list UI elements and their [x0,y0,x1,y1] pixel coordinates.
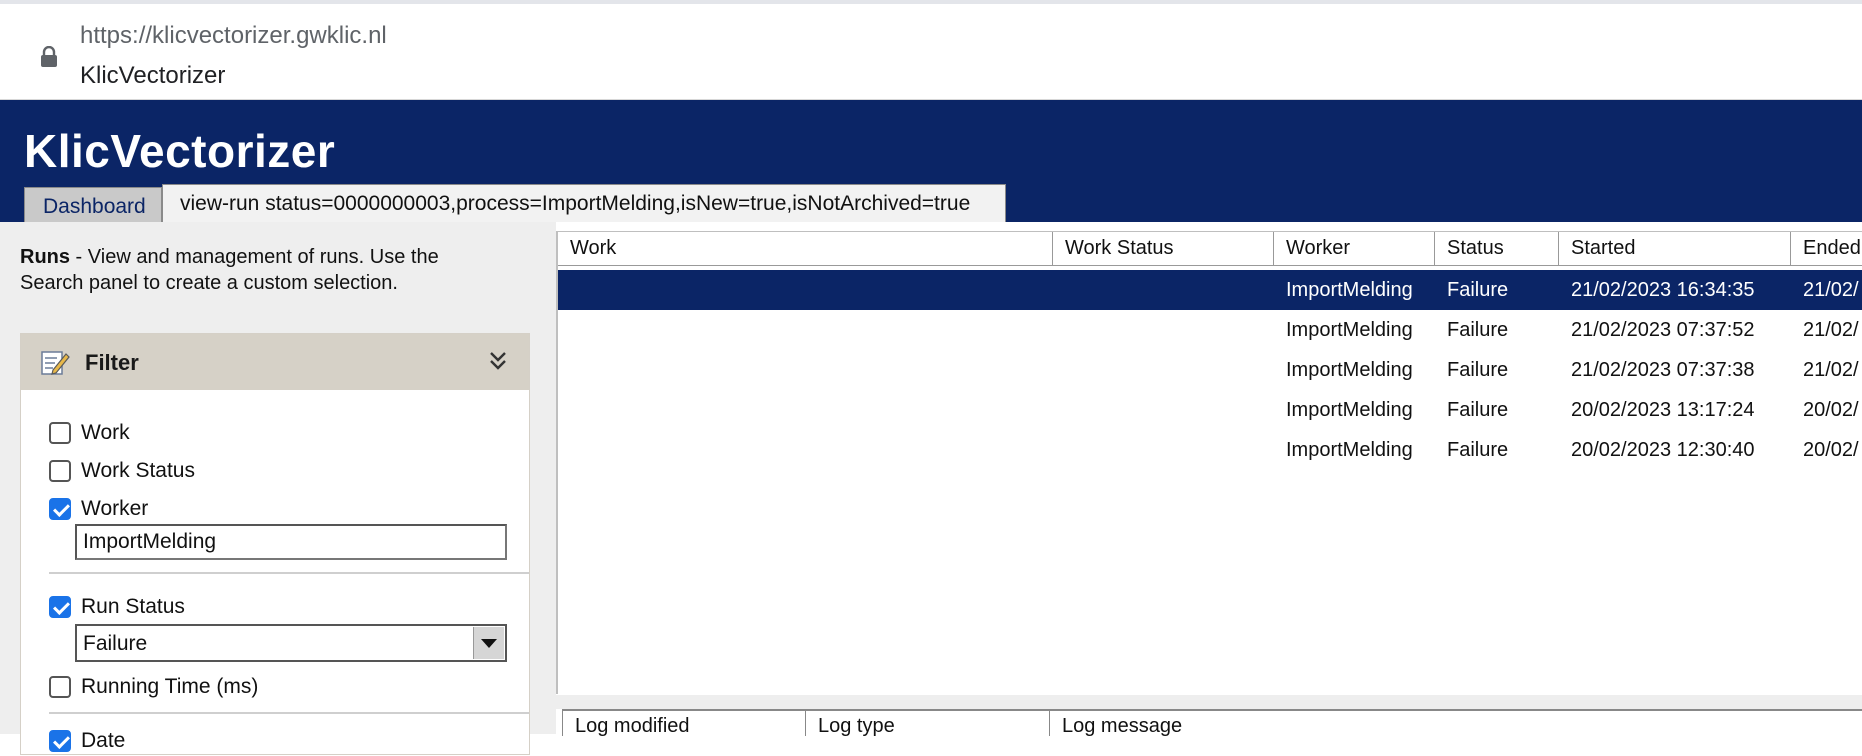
table-row-selected[interactable]: ImportMelding Failure 21/02/2023 16:34:3… [558,270,1862,310]
run-status-checkbox[interactable] [49,596,71,618]
cell-started: 20/02/2023 13:17:24 [1571,399,1755,421]
column-header-ended[interactable]: Ended [1791,232,1862,266]
cell-work-status [1053,350,1274,390]
cell-work [558,310,1053,350]
date-label: Date [81,729,126,752]
cell-work [558,350,1053,390]
filter-title: Filter [85,350,139,375]
filter-item-worker[interactable]: Worker [49,494,148,524]
cell-status: Failure [1447,359,1509,381]
worker-input[interactable] [75,524,507,560]
column-header-log-message[interactable]: Log message [1050,711,1862,736]
run-status-select-value: Failure [83,632,148,655]
lock-icon [41,46,57,67]
cell-work [558,390,1053,430]
cell-work-status [1053,430,1274,470]
cell-status: Failure [1447,439,1509,461]
cell-status: Failure [1447,279,1509,301]
tab-view-run[interactable]: view-run status=0000000003,process=Impor… [162,184,1006,222]
cell-worker: ImportMelding [1286,359,1413,381]
cell-work-status [1053,310,1274,350]
cell-worker: ImportMelding [1286,319,1413,341]
cell-started: 21/02/2023 07:37:52 [1571,319,1755,341]
column-header-log-type[interactable]: Log type [806,711,1050,736]
column-header-started[interactable]: Started [1559,232,1791,266]
running-time-checkbox[interactable] [49,676,71,698]
table-splitter[interactable] [556,695,1862,709]
filter-item-work[interactable]: Work [49,418,130,448]
filter-header[interactable]: Filter [21,334,529,390]
filter-item-work-status[interactable]: Work Status [49,456,195,486]
browser-url[interactable]: https://klicvectorizer.gwklic.nl [80,22,387,50]
table-row[interactable]: ImportMelding Failure 20/02/2023 13:17:2… [558,390,1862,430]
double-chevron-down-icon[interactable] [488,350,508,372]
table-row[interactable]: ImportMelding Failure 21/02/2023 07:37:3… [558,350,1862,390]
cell-status: Failure [1447,319,1509,341]
cell-work [558,270,1053,310]
filter-edit-icon [41,351,70,375]
worker-label: Worker [81,497,149,520]
cell-started: 20/02/2023 12:30:40 [1571,439,1755,461]
cell-ended: 21/02/ [1803,359,1859,381]
cell-work [558,430,1053,470]
cell-ended: 20/02/ [1803,439,1859,461]
column-header-log-modified[interactable]: Log modified [563,711,806,736]
browser-url-bar: https://klicvectorizer.gwklic.nl KlicVec… [0,4,1862,100]
column-header-work[interactable]: Work [558,232,1053,266]
filter-item-date[interactable]: Date [49,726,125,756]
work-status-checkbox[interactable] [49,460,71,482]
work-status-label: Work Status [81,459,195,482]
cell-started: 21/02/2023 16:34:35 [1571,279,1755,301]
worker-checkbox[interactable] [49,498,71,520]
runs-description-text: - View and management of runs. Use the S… [20,246,439,294]
cell-ended: 21/02/ [1803,279,1859,301]
cell-work-status [1053,390,1274,430]
work-label: Work [81,421,130,444]
cell-ended: 20/02/ [1803,399,1859,421]
cell-started: 21/02/2023 07:37:38 [1571,359,1755,381]
app-title: KlicVectorizer [24,125,336,177]
filter-item-running-time[interactable]: Running Time (ms) [49,672,258,702]
log-table: Log modified Log type Log message [562,709,1862,736]
table-row[interactable]: ImportMelding Failure 20/02/2023 12:30:4… [558,430,1862,470]
cell-worker: ImportMelding [1286,279,1413,301]
work-checkbox[interactable] [49,422,71,444]
cell-worker: ImportMelding [1286,399,1413,421]
filter-divider [49,712,529,714]
date-checkbox[interactable] [49,730,71,752]
column-header-work-status[interactable]: Work Status [1053,232,1274,266]
column-header-status[interactable]: Status [1435,232,1559,266]
cell-status: Failure [1447,399,1509,421]
runs-table: Work Work Status Worker Status Started E… [556,231,1862,694]
filter-divider [49,572,529,574]
runs-description: Runs - View and management of runs. Use … [20,244,500,296]
column-header-worker[interactable]: Worker [1274,232,1435,266]
tab-dashboard[interactable]: Dashboard [24,187,162,222]
table-row[interactable]: ImportMelding Failure 21/02/2023 07:37:5… [558,310,1862,350]
runs-table-header: Work Work Status Worker Status Started E… [558,232,1862,266]
app-header: KlicVectorizer Dashboard view-run status… [0,100,1862,222]
filter-panel: Filter Work Work Status Worker Run Statu… [20,333,530,755]
cell-ended: 21/02/ [1803,319,1859,341]
left-panel: Runs - View and management of runs. Use … [0,222,556,755]
browser-tab-title: KlicVectorizer [80,62,226,89]
cell-work-status [1053,270,1274,310]
running-time-label: Running Time (ms) [81,675,259,698]
cell-worker: ImportMelding [1286,439,1413,461]
triangle-down-icon[interactable] [473,627,504,659]
filter-item-run-status[interactable]: Run Status [49,592,185,622]
run-status-label: Run Status [81,595,185,618]
run-status-select[interactable]: Failure [75,624,507,662]
runs-description-title: Runs [20,246,70,268]
